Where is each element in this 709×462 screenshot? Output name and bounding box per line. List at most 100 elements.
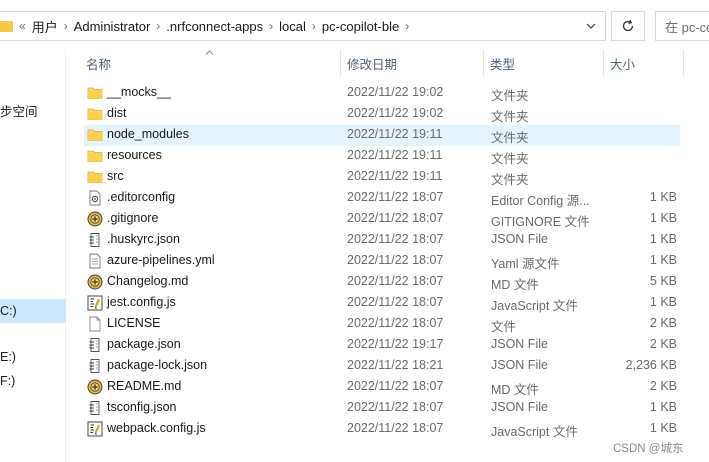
breadcrumb-administrator[interactable]: Administrator	[74, 19, 151, 34]
folder-icon	[87, 85, 103, 101]
file-modified-date: 2022/11/22 18:07	[347, 274, 444, 288]
file-name: tsconfig.json	[107, 400, 177, 414]
address-history-dropdown-button[interactable]	[577, 11, 605, 41]
search-input[interactable]: 在 pc-copilot-ble 中搜索	[655, 11, 709, 41]
file-name: __mocks__	[107, 85, 171, 99]
file-row[interactable]: dist 2022/11/22 19:02 文件夹	[84, 104, 680, 125]
folder-icon	[87, 169, 103, 185]
search-placeholder: 在 pc-copilot-ble 中搜索	[665, 19, 709, 35]
breadcrumb-separator-icon[interactable]: ›	[405, 19, 409, 33]
file-row[interactable]: package-lock.json 2022/11/22 18:21 JSON Fi…	[84, 356, 680, 377]
file-name: LICENSE	[107, 316, 161, 330]
breadcrumb-separator-icon[interactable]: ›	[64, 19, 68, 33]
column-divider[interactable]	[683, 50, 684, 76]
json-file-icon	[87, 232, 103, 248]
file-row[interactable]: README.md 2022/11/22 18:07 MD 文件 2 KB	[84, 377, 680, 398]
file-type: GITIGNORE 文件	[491, 215, 590, 229]
navigation-pane: 步空间 C:) E:) F:)	[0, 50, 66, 462]
file-modified-date: 2022/11/22 18:07	[347, 295, 444, 309]
file-size: 2 KB	[649, 316, 677, 330]
file-size: 5 KB	[649, 274, 677, 288]
text-file-icon	[87, 253, 103, 269]
file-type: JSON File	[491, 400, 548, 414]
nav-item-sync-space[interactable]: 步空间	[0, 101, 38, 120]
file-row[interactable]: node_modules 2022/11/22 19:11 文件夹	[84, 125, 680, 146]
refresh-button[interactable]	[611, 11, 645, 41]
file-name: azure-pipelines.yml	[107, 253, 215, 267]
file-modified-date: 2022/11/22 18:07	[347, 421, 444, 435]
column-header-size[interactable]: 大小	[604, 50, 680, 76]
file-modified-date: 2022/11/22 18:21	[347, 358, 444, 372]
breadcrumb-users[interactable]: 用户	[32, 17, 58, 36]
file-row[interactable]: LICENSE 2022/11/22 18:07 文件 2 KB	[84, 314, 680, 335]
nav-item-drive-f[interactable]: F:)	[0, 374, 15, 388]
breadcrumb-nrfconnect-apps[interactable]: .nrfconnect-apps	[166, 19, 263, 34]
file-modified-date: 2022/11/22 19:02	[347, 106, 444, 120]
address-bar[interactable]: « 用户 › Administrator › .nrfconnect-apps …	[0, 11, 606, 41]
file-modified-date: 2022/11/22 18:07	[347, 190, 444, 204]
file-row[interactable]: Changelog.md 2022/11/22 18:07 MD 文件 5 KB	[84, 272, 680, 293]
breadcrumb-separator-icon[interactable]: ›	[269, 19, 273, 33]
file-row[interactable]: .editorconfig 2022/11/22 18:07 Editor Conf…	[84, 188, 680, 209]
file-row[interactable]: webpack.config.js 2022/11/22 18:07 JavaScr…	[84, 419, 680, 440]
file-name: Changelog.md	[107, 274, 189, 288]
file-type: 文件夹	[491, 110, 529, 124]
file-type: JavaScript 文件	[491, 425, 578, 439]
file-size: 1 KB	[649, 190, 677, 204]
breadcrumb-pc-copilot-ble[interactable]: pc-copilot-ble	[322, 19, 399, 34]
column-header-name[interactable]: 名称	[80, 50, 338, 76]
file-type: Editor Config 源...	[491, 194, 590, 208]
file-row[interactable]: __mocks__ 2022/11/22 19:02 文件夹	[84, 83, 680, 104]
file-modified-date: 2022/11/22 19:02	[347, 85, 444, 99]
breadcrumb-separator-icon[interactable]: ›	[312, 19, 316, 33]
file-row[interactable]: azure-pipelines.yml 2022/11/22 18:07 Yaml …	[84, 251, 680, 272]
column-header-date[interactable]: 修改日期	[341, 50, 481, 76]
file-name: .huskyrc.json	[107, 232, 180, 246]
file-modified-date: 2022/11/22 18:07	[347, 211, 444, 225]
address-bar-region: « 用户 › Administrator › .nrfconnect-apps …	[0, 0, 709, 50]
file-row[interactable]: src 2022/11/22 19:11 文件夹	[84, 167, 680, 188]
file-size: 1 KB	[649, 232, 677, 246]
json-file-icon	[87, 400, 103, 416]
file-row[interactable]: package.json 2022/11/22 19:17 JSON File 2 K…	[84, 335, 680, 356]
json-file-icon	[87, 337, 103, 353]
file-type: 文件夹	[491, 131, 529, 145]
column-header-type[interactable]: 类型	[484, 50, 602, 76]
file-row[interactable]: .gitignore 2022/11/22 18:07 GITIGNORE 文件 1 …	[84, 209, 680, 230]
refresh-icon	[622, 19, 634, 32]
file-size: 2,236 KB	[625, 358, 677, 372]
breadcrumb-local[interactable]: local	[279, 19, 306, 34]
gold-badge-file-icon	[87, 379, 103, 395]
file-row[interactable]: .huskyrc.json 2022/11/22 18:07 JSON File 1 …	[84, 230, 680, 251]
nav-item-drive-c[interactable]: C:)	[0, 299, 66, 323]
file-size: 1 KB	[649, 211, 677, 225]
overflow-chevron-icon[interactable]: «	[19, 19, 26, 33]
file-name: dist	[107, 106, 127, 120]
file-row[interactable]: jest.config.js 2022/11/22 18:07 JavaScript…	[84, 293, 680, 314]
nav-item-label: C:)	[0, 304, 17, 318]
file-name: webpack.config.js	[107, 421, 206, 435]
folder-icon	[0, 20, 13, 32]
file-name: .gitignore	[107, 211, 159, 225]
file-row[interactable]: resources 2022/11/22 19:11 文件夹	[84, 146, 680, 167]
file-modified-date: 2022/11/22 18:07	[347, 379, 444, 393]
nav-item-drive-e[interactable]: E:)	[0, 350, 16, 364]
file-row[interactable]: tsconfig.json 2022/11/22 18:07 JSON File 1 …	[84, 398, 680, 419]
file-modified-date: 2022/11/22 19:17	[347, 337, 444, 351]
gold-badge-file-icon	[87, 211, 103, 227]
file-name: package.json	[107, 337, 181, 351]
file-size: 2 KB	[649, 337, 677, 351]
folder-icon	[87, 106, 103, 122]
breadcrumb-separator-icon[interactable]: ›	[156, 19, 160, 33]
gold-badge-file-icon	[87, 274, 103, 290]
folder-icon	[87, 127, 103, 143]
chevron-down-icon	[586, 23, 596, 29]
file-size: 1 KB	[649, 295, 677, 309]
file-type: 文件	[491, 320, 517, 334]
file-modified-date: 2022/11/22 18:07	[347, 232, 444, 246]
file-type: 文件夹	[491, 173, 529, 187]
file-type: JavaScript 文件	[491, 299, 578, 313]
config-file-icon	[87, 190, 103, 206]
file-name: README.md	[107, 379, 182, 393]
file-type: JSON File	[491, 358, 548, 372]
